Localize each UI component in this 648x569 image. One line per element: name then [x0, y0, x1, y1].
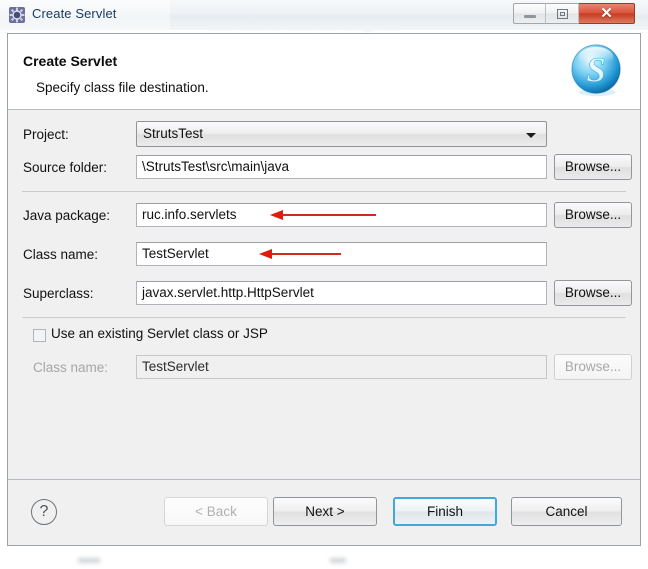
servlet-s-logo-icon: S [571, 44, 621, 97]
background-blurred-bar-center [330, 558, 346, 563]
project-combobox[interactable]: StrutsTest [136, 121, 547, 147]
project-combobox-value: StrutsTest [143, 126, 204, 141]
source-folder-label: Source folder: [23, 160, 108, 175]
superclass-input[interactable]: javax.servlet.http.HttpServlet [136, 281, 547, 305]
source-folder-input[interactable]: \StrutsTest\src\main\java [136, 155, 547, 179]
title-bar[interactable]: Create Servlet ✕ [0, 0, 648, 30]
project-label: Project: [23, 127, 69, 142]
arrow-line [282, 214, 376, 216]
existing-class-name-input: TestServlet [136, 355, 547, 379]
annotation-arrow-java-package [270, 208, 376, 222]
maximize-icon [557, 9, 568, 19]
cancel-button[interactable]: Cancel [511, 497, 622, 526]
form-area: Project: StrutsTest Source folder: \Stru… [8, 110, 640, 470]
superclass-browse-button[interactable]: Browse... [554, 280, 632, 306]
page-title: Create Servlet [23, 53, 118, 69]
close-icon: ✕ [600, 5, 613, 22]
wizard-header: Create Servlet Specify class file destin… [8, 34, 640, 110]
form-separator-1 [22, 191, 626, 192]
dialog-footer: ? < Back Next > Finish Cancel [8, 479, 640, 545]
page-subtitle: Specify class file destination. [36, 80, 209, 95]
java-package-browse-button[interactable]: Browse... [554, 202, 632, 228]
help-button[interactable]: ? [31, 499, 57, 525]
minimize-button[interactable] [513, 3, 546, 24]
create-servlet-dialog: Create Servlet ✕ Create Servlet Specify … [0, 0, 648, 552]
back-button: < Back [164, 497, 268, 526]
form-separator-2 [22, 317, 626, 318]
dialog-client-area: Create Servlet Specify class file destin… [7, 33, 641, 546]
arrow-line [271, 253, 341, 255]
use-existing-label[interactable]: Use an existing Servlet class or JSP [51, 326, 268, 341]
existing-class-name-browse-button: Browse... [554, 354, 632, 380]
background-blurred-bar-left [78, 558, 100, 563]
class-name-label: Class name: [23, 247, 99, 262]
class-name-input[interactable]: TestServlet [136, 242, 547, 266]
next-button[interactable]: Next > [273, 497, 377, 526]
chevron-down-icon [526, 133, 536, 138]
minimize-icon [524, 15, 536, 18]
close-button[interactable]: ✕ [579, 3, 635, 24]
maximize-button[interactable] [546, 3, 579, 24]
window-title: Create Servlet [32, 6, 117, 21]
source-folder-browse-button[interactable]: Browse... [554, 154, 632, 180]
use-existing-checkbox[interactable] [33, 329, 46, 342]
servlet-wizard-icon [9, 7, 25, 23]
existing-class-name-label: Class name: [33, 360, 109, 375]
svg-text:S: S [586, 51, 605, 90]
annotation-arrow-class-name [259, 247, 341, 261]
finish-button[interactable]: Finish [393, 497, 497, 526]
java-package-label: Java package: [23, 208, 111, 223]
superclass-label: Superclass: [23, 286, 94, 301]
